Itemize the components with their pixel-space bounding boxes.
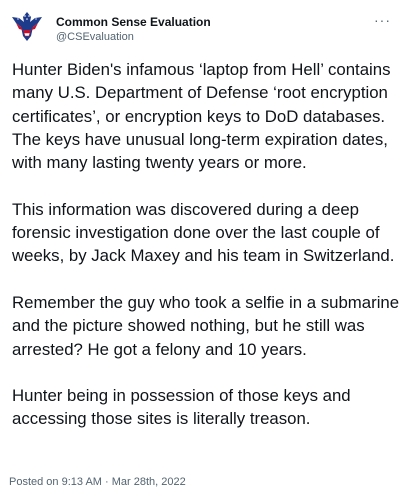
tweet-header: Common Sense Evaluation @CSEvaluation ··… (9, 8, 407, 44)
tweet-paragraph: This information was discovered during a… (12, 199, 395, 266)
tweet-paragraph: Hunter being in possession of those keys… (12, 386, 351, 429)
posted-timestamp: Posted on 9:13 AM · Mar 28th, 2022 (9, 476, 186, 488)
eagle-flag-logo-icon[interactable] (9, 8, 45, 44)
tweet-body: Hunter Biden's infamous ‘laptop from Hel… (12, 58, 407, 454)
more-options-icon[interactable]: ··· (374, 12, 391, 28)
account-name[interactable]: Common Sense Evaluation (56, 15, 211, 29)
tweet-paragraph: Remember the guy who took a selfie in a … (12, 292, 400, 359)
tweet-paragraph: Hunter Biden's infamous ‘laptop from Hel… (12, 60, 391, 173)
account-handle[interactable]: @CSEvaluation (56, 31, 134, 43)
